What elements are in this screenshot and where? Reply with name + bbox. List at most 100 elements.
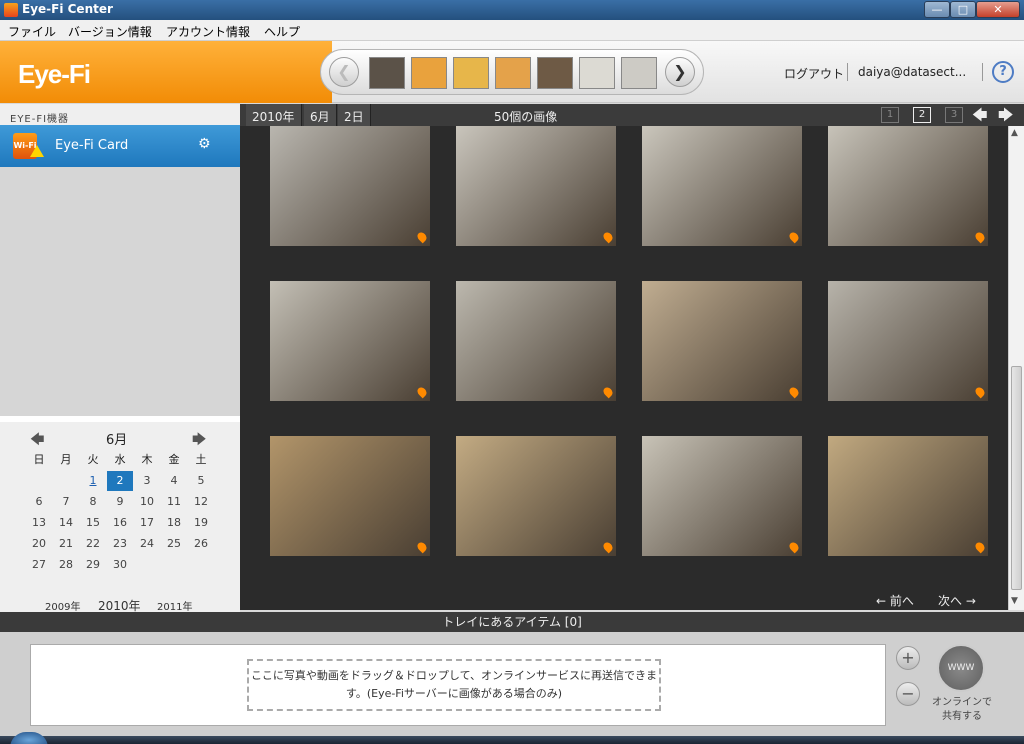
photo-thumbnail[interactable] xyxy=(270,281,430,401)
calendar-day[interactable]: 13 xyxy=(26,513,52,533)
calendar-day[interactable]: 11 xyxy=(161,492,187,512)
location-pin-icon[interactable] xyxy=(787,230,801,244)
photo-thumbnail[interactable] xyxy=(642,281,802,401)
scroll-down-icon[interactable]: ▼ xyxy=(1011,596,1018,606)
next-page-link[interactable]: 次へ → xyxy=(938,592,976,609)
strip-thumbnail[interactable] xyxy=(495,57,531,89)
photo-thumbnail[interactable] xyxy=(642,126,802,246)
photo-thumbnail[interactable] xyxy=(456,126,616,246)
maximize-button[interactable]: □ xyxy=(950,1,976,18)
year-2011[interactable]: 2011年 xyxy=(157,598,192,613)
calendar-day[interactable]: 28 xyxy=(53,555,79,575)
location-pin-icon[interactable] xyxy=(601,230,615,244)
weekday-label: 金 xyxy=(168,453,180,466)
device-item-eye-fi-card[interactable]: Wi-Fi Eye-Fi Card ⚙ xyxy=(0,125,240,167)
tray: ここに写真や動画をドラッグ＆ドロップして、オンラインサービスに再送信できま す。… xyxy=(0,632,1024,736)
strip-thumbnail[interactable] xyxy=(579,57,615,89)
calendar-day[interactable]: 7 xyxy=(53,492,79,512)
location-pin-icon[interactable] xyxy=(787,540,801,554)
photo-thumbnail[interactable] xyxy=(828,436,988,556)
strip-prev-button[interactable]: ❮ xyxy=(329,57,359,87)
calendar-day[interactable]: 14 xyxy=(53,513,79,533)
scrollbar-thumb[interactable] xyxy=(1011,366,1022,590)
breadcrumb-year[interactable]: 2010年 xyxy=(246,104,302,126)
share-online-label[interactable]: オンラインで 共有する xyxy=(926,696,998,724)
photo-thumbnail[interactable] xyxy=(642,436,802,556)
close-button[interactable]: ✕ xyxy=(976,1,1020,18)
photo-thumbnail[interactable] xyxy=(828,281,988,401)
calendar-day[interactable]: 18 xyxy=(161,513,187,533)
photo-thumbnail[interactable] xyxy=(270,436,430,556)
strip-thumbnail[interactable] xyxy=(537,57,573,89)
calendar-day[interactable]: 20 xyxy=(26,534,52,554)
calendar-day[interactable]: 12 xyxy=(188,492,214,512)
strip-next-button[interactable]: ❯ xyxy=(665,57,695,87)
zoom-in-button[interactable]: + xyxy=(896,646,920,670)
location-pin-icon[interactable] xyxy=(601,540,615,554)
minimize-button[interactable]: — xyxy=(924,1,950,18)
calendar-day[interactable]: 1 xyxy=(80,471,106,491)
calendar-day[interactable]: 8 xyxy=(80,492,106,512)
location-pin-icon[interactable] xyxy=(415,385,429,399)
vertical-scrollbar[interactable]: ▲ ▼ xyxy=(1008,126,1024,610)
photo-thumbnail[interactable] xyxy=(828,126,988,246)
calendar-day[interactable]: 4 xyxy=(161,471,187,491)
calendar-day[interactable]: 22 xyxy=(80,534,106,554)
strip-thumbnail[interactable] xyxy=(411,57,447,89)
location-pin-icon[interactable] xyxy=(973,385,987,399)
drop-zone[interactable]: ここに写真や動画をドラッグ＆ドロップして、オンラインサービスに再送信できま す。… xyxy=(30,644,886,726)
strip-thumbnail[interactable] xyxy=(369,57,405,89)
calendar-day[interactable]: 19 xyxy=(188,513,214,533)
location-pin-icon[interactable] xyxy=(415,230,429,244)
location-pin-icon[interactable] xyxy=(415,540,429,554)
calendar-day[interactable]: 6 xyxy=(26,492,52,512)
calendar-day[interactable]: 15 xyxy=(80,513,106,533)
photo-thumbnail[interactable] xyxy=(456,436,616,556)
location-pin-icon[interactable] xyxy=(973,540,987,554)
calendar-day[interactable]: 16 xyxy=(107,513,133,533)
gear-icon[interactable]: ⚙ xyxy=(198,136,211,152)
calendar-day[interactable]: 23 xyxy=(107,534,133,554)
breadcrumb-month[interactable]: 6月 xyxy=(304,104,337,126)
calendar-day[interactable]: 2 xyxy=(107,471,133,491)
calendar-day[interactable]: 26 xyxy=(188,534,214,554)
drop-instructions-line-2: す。(Eye-Fiサーバーに画像がある場合のみ) xyxy=(345,687,563,700)
account-name[interactable]: daiya@datasect... xyxy=(858,65,966,79)
menu-account[interactable]: アカウント情報 xyxy=(166,23,250,40)
strip-thumbnail[interactable] xyxy=(453,57,489,89)
menu-version[interactable]: バージョン情報 xyxy=(68,23,152,40)
logout-link[interactable]: ログアウト xyxy=(784,65,844,82)
weekday-label: 土 xyxy=(195,453,207,466)
calendar-day[interactable]: 17 xyxy=(134,513,160,533)
calendar-day[interactable]: 30 xyxy=(107,555,133,575)
calendar-day[interactable]: 29 xyxy=(80,555,106,575)
calendar-day[interactable]: 9 xyxy=(107,492,133,512)
divider xyxy=(982,63,983,81)
scroll-up-icon[interactable]: ▲ xyxy=(1011,128,1018,138)
zoom-out-button[interactable]: − xyxy=(896,682,920,706)
prev-page-link[interactable]: ← 前へ xyxy=(876,592,914,609)
globe-icon[interactable]: WWW xyxy=(937,644,985,692)
calendar-day[interactable]: 10 xyxy=(134,492,160,512)
location-pin-icon[interactable] xyxy=(787,385,801,399)
strip-thumbnail[interactable] xyxy=(621,57,657,89)
weekday-label: 日 xyxy=(33,453,45,466)
menu-help[interactable]: ヘルプ xyxy=(264,23,300,40)
calendar-day[interactable]: 21 xyxy=(53,534,79,554)
calendar-day[interactable]: 5 xyxy=(188,471,214,491)
calendar-day[interactable]: 27 xyxy=(26,555,52,575)
location-pin-icon[interactable] xyxy=(973,230,987,244)
breadcrumb-day[interactable]: 2日 xyxy=(338,104,371,126)
location-pin-icon[interactable] xyxy=(601,385,615,399)
calendar-day[interactable]: 25 xyxy=(161,534,187,554)
page-1-button[interactable]: 1 xyxy=(881,107,899,123)
photo-thumbnail[interactable] xyxy=(270,126,430,246)
year-2009[interactable]: 2009年 xyxy=(45,598,80,613)
page-3-button[interactable]: 3 xyxy=(945,107,963,123)
page-2-button[interactable]: 2 xyxy=(913,107,931,123)
menu-file[interactable]: ファイル xyxy=(8,23,56,40)
help-icon[interactable]: ? xyxy=(992,61,1014,83)
photo-thumbnail[interactable] xyxy=(456,281,616,401)
calendar-day[interactable]: 24 xyxy=(134,534,160,554)
calendar-day[interactable]: 3 xyxy=(134,471,160,491)
